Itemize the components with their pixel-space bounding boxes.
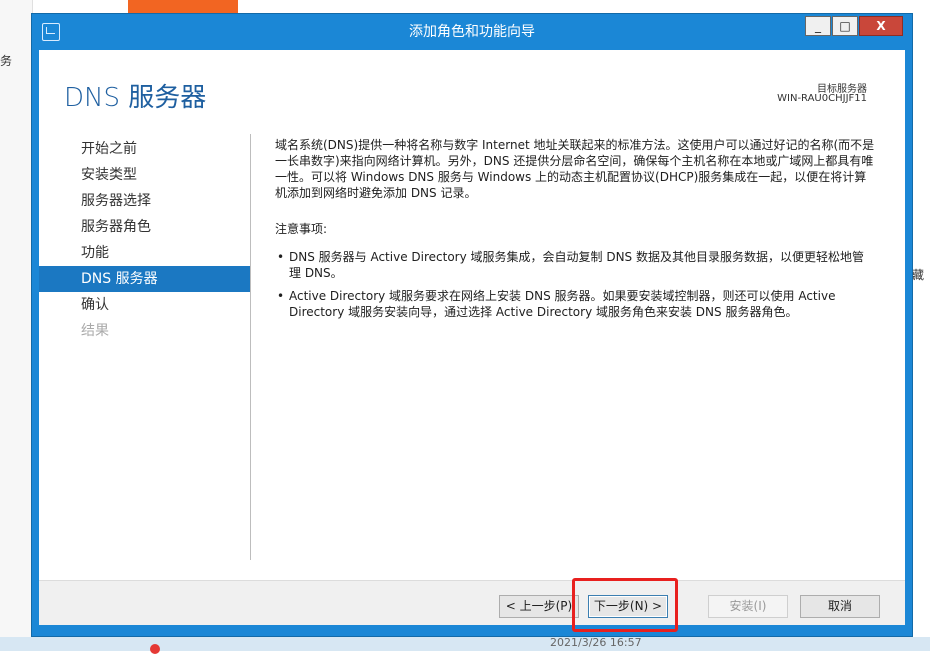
nav-item-dns-server[interactable]: DNS 服务器 [39, 266, 250, 292]
next-button-highlight-box [572, 578, 678, 632]
maximize-button[interactable]: □ [832, 16, 858, 36]
main-description: 域名系统(DNS)提供一种将名称与数字 Internet 地址关联起来的标准方法… [275, 137, 875, 327]
intro-paragraph: 域名系统(DNS)提供一种将名称与数字 Internet 地址关联起来的标准方法… [275, 138, 875, 200]
background-orange-bar [128, 0, 238, 14]
notes-heading: 注意事项: [275, 222, 328, 236]
window-controls: _ □ X [805, 16, 903, 36]
nav-divider [250, 134, 251, 560]
minimize-button[interactable]: _ [805, 16, 831, 36]
background-timestamp: 2021/3/26 16:57 [550, 636, 642, 649]
nav-item-installation-type[interactable]: 安装类型 [39, 162, 250, 188]
background-text-fragment: 务 [0, 54, 13, 68]
window-title: 添加角色和功能向导 [409, 24, 535, 40]
wizard-nav: 开始之前 安装类型 服务器选择 服务器角色 功能 DNS 服务器 确认 结果 [39, 136, 250, 344]
nav-item-features[interactable]: 功能 [39, 240, 250, 266]
title-bar[interactable]: 添加角色和功能向导 _ □ X [32, 14, 912, 50]
background-panel [0, 0, 33, 640]
page-title: DNS 服务器 [64, 83, 207, 113]
nav-item-server-roles[interactable]: 服务器角色 [39, 214, 250, 240]
install-button: 安装(I) [708, 595, 788, 618]
nav-item-confirmation[interactable]: 确认 [39, 292, 250, 318]
target-server-name: WIN-RAU0CHJJF11 [777, 93, 867, 104]
wizard-footer: < 上一步(P) 下一步(N) > 安装(I) 取消 [39, 580, 905, 625]
note-item: DNS 服务器与 Active Directory 域服务集成，会自动复制 DN… [275, 249, 875, 281]
background-text-fragment-right: 藏 [912, 268, 925, 282]
nav-item-before-you-begin[interactable]: 开始之前 [39, 136, 250, 162]
previous-button[interactable]: < 上一步(P) [499, 595, 579, 618]
nav-item-server-selection[interactable]: 服务器选择 [39, 188, 250, 214]
close-button[interactable]: X [859, 16, 903, 36]
add-roles-wizard-dialog: 添加角色和功能向导 _ □ X DNS 服务器 目标服务器 WIN-RAU0CH… [32, 14, 912, 636]
background-taskbar [0, 637, 930, 651]
red-status-icon [150, 644, 160, 654]
wizard-content: DNS 服务器 目标服务器 WIN-RAU0CHJJF11 开始之前 安装类型 … [39, 50, 905, 580]
cancel-button[interactable]: 取消 [800, 595, 880, 618]
note-item: Active Directory 域服务要求在网络上安装 DNS 服务器。如果要… [275, 288, 875, 320]
nav-item-results: 结果 [81, 323, 109, 339]
notes-list: DNS 服务器与 Active Directory 域服务集成，会自动复制 DN… [275, 249, 875, 320]
